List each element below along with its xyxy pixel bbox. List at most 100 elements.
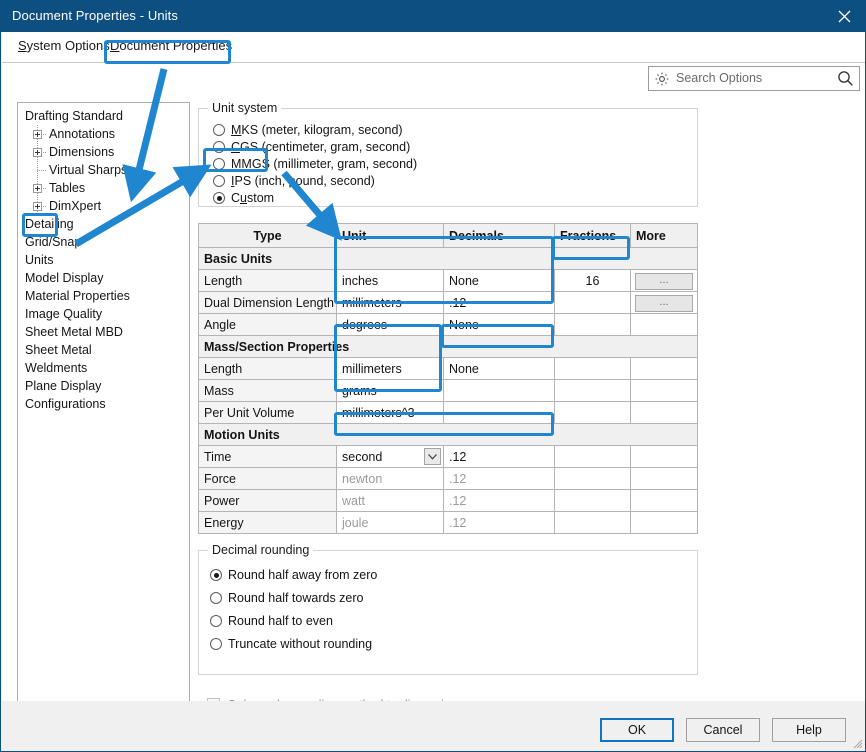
radio-label: MMGS (millimeter, gram, second) bbox=[231, 157, 418, 171]
cell-decimals[interactable]: None bbox=[443, 357, 555, 380]
cell-more bbox=[630, 445, 698, 468]
units-table-row[interactable]: Dual Dimension Length millimeters .12... bbox=[198, 291, 698, 314]
cell-decimals[interactable]: .12 bbox=[443, 489, 555, 512]
tree-item-virtual-sharps[interactable]: Virtual Sharps bbox=[18, 161, 189, 179]
cell-fractions[interactable] bbox=[554, 489, 631, 512]
tree-item-label: Annotations bbox=[49, 127, 116, 141]
tab-document-properties[interactable]: Document Properties bbox=[110, 38, 232, 53]
units-table-row[interactable]: Force newton .12 bbox=[198, 467, 698, 490]
tree-item-label: Grid/Snap bbox=[25, 235, 82, 249]
cell-more[interactable]: ... bbox=[630, 291, 698, 314]
cell-decimals[interactable]: .12 bbox=[443, 445, 555, 468]
cell-type: Time bbox=[198, 445, 337, 468]
tree-item-label: Model Display bbox=[25, 271, 104, 285]
chevron-down-icon[interactable] bbox=[424, 448, 441, 465]
cell-unit[interactable]: inches bbox=[336, 269, 444, 292]
radio-label: IPS (inch, pound, second) bbox=[231, 174, 375, 188]
search-icon[interactable] bbox=[837, 70, 854, 87]
tree-item-drafting-standard[interactable]: Drafting Standard bbox=[18, 107, 189, 125]
tree-item-units[interactable]: Units bbox=[18, 251, 189, 269]
tab-document-properties-label: ocument Properties bbox=[119, 38, 233, 53]
cell-fractions[interactable] bbox=[554, 291, 631, 314]
units-table-row[interactable]: Angle degrees None bbox=[198, 313, 698, 336]
more-ellipsis-button[interactable]: ... bbox=[635, 294, 693, 312]
units-table-row[interactable]: Energy joule .12 bbox=[198, 511, 698, 534]
col-header-decimals: Decimals bbox=[443, 223, 555, 248]
units-table-row[interactable]: Time second .12 bbox=[198, 445, 698, 468]
tree-item-image-quality[interactable]: Image Quality bbox=[18, 305, 189, 323]
units-table-row[interactable]: Length inches None 16... bbox=[198, 269, 698, 292]
section-label: Basic Units bbox=[198, 247, 698, 270]
tree-item-model-display[interactable]: Model Display bbox=[18, 269, 189, 287]
cell-fractions[interactable] bbox=[554, 313, 631, 336]
tree-item-detailing[interactable]: Detailing bbox=[18, 215, 189, 233]
cell-decimals[interactable]: .12 bbox=[443, 467, 555, 490]
tree-item-grid-snap[interactable]: Grid/Snap bbox=[18, 233, 189, 251]
cell-fractions[interactable] bbox=[554, 467, 631, 490]
cell-decimals[interactable]: .12 bbox=[443, 291, 555, 314]
tree-expand-icon[interactable] bbox=[33, 202, 42, 211]
tree-expand-icon[interactable] bbox=[33, 148, 42, 157]
cell-more[interactable]: ... bbox=[630, 269, 698, 292]
tree-expand-icon[interactable] bbox=[33, 130, 42, 139]
tree-item-plane-display[interactable]: Plane Display bbox=[18, 377, 189, 395]
cell-unit[interactable]: watt bbox=[336, 489, 444, 512]
radio-label: Custom bbox=[231, 191, 275, 205]
radio-label: Round half away from zero bbox=[228, 568, 378, 582]
cancel-button[interactable]: Cancel bbox=[686, 718, 760, 742]
cell-fractions[interactable] bbox=[554, 401, 631, 424]
tree-item-label: Image Quality bbox=[25, 307, 103, 321]
tree-item-sheet-metal[interactable]: Sheet Metal bbox=[18, 341, 189, 359]
tree-item-configurations[interactable]: Configurations bbox=[18, 395, 189, 413]
cell-unit[interactable]: degrees bbox=[336, 313, 444, 336]
resize-grip[interactable] bbox=[851, 736, 863, 749]
units-table: Type Unit Decimals Fractions More Basic … bbox=[198, 223, 698, 534]
cell-unit-dropdown[interactable]: second bbox=[336, 445, 444, 468]
close-icon[interactable] bbox=[821, 1, 865, 32]
cell-unit[interactable]: grams bbox=[336, 379, 444, 402]
tree-item-dimensions[interactable]: Dimensions bbox=[18, 143, 189, 161]
tree-item-weldments[interactable]: Weldments bbox=[18, 359, 189, 377]
cell-more bbox=[630, 379, 698, 402]
cell-type: Mass bbox=[198, 379, 337, 402]
gear-icon bbox=[654, 71, 670, 87]
more-ellipsis-button[interactable]: ... bbox=[635, 272, 693, 290]
tree-item-dimxpert[interactable]: DimXpert bbox=[18, 197, 189, 215]
units-table-row[interactable]: Length millimeters None bbox=[198, 357, 698, 380]
cell-unit[interactable]: millimeters bbox=[336, 291, 444, 314]
cell-more bbox=[630, 467, 698, 490]
cell-decimals[interactable] bbox=[443, 379, 555, 402]
tree-item-material-properties[interactable]: Material Properties bbox=[18, 287, 189, 305]
help-button[interactable]: Help bbox=[772, 718, 846, 742]
cell-fractions[interactable] bbox=[554, 511, 631, 534]
tree-item-label: Virtual Sharps bbox=[49, 163, 128, 177]
tree-expand-icon[interactable] bbox=[33, 184, 42, 193]
units-table-row[interactable]: Per Unit Volume millimeters^3 bbox=[198, 401, 698, 424]
radio-label: Truncate without rounding bbox=[228, 637, 373, 651]
cell-unit[interactable]: joule bbox=[336, 511, 444, 534]
cell-fractions[interactable]: 16 bbox=[554, 269, 631, 292]
title-bar: Document Properties - Units bbox=[1, 1, 865, 32]
cell-fractions[interactable] bbox=[554, 379, 631, 402]
cell-unit[interactable]: millimeters^3 bbox=[336, 401, 444, 424]
cell-decimals[interactable] bbox=[443, 401, 555, 424]
ok-button[interactable]: OK bbox=[600, 718, 674, 742]
search-options-box[interactable]: Search Options bbox=[648, 66, 860, 91]
radio-label: CGS (centimeter, gram, second) bbox=[231, 140, 411, 154]
tab-system-options-label: ystem Options bbox=[26, 38, 110, 53]
units-table-row[interactable]: Power watt .12 bbox=[198, 489, 698, 512]
tree-item-annotations[interactable]: Annotations bbox=[18, 125, 189, 143]
cell-type: Power bbox=[198, 489, 337, 512]
options-tree[interactable]: Drafting Standard Annotations Dimensions Vi… bbox=[17, 102, 190, 727]
cell-fractions[interactable] bbox=[554, 357, 631, 380]
cell-decimals[interactable]: None bbox=[443, 269, 555, 292]
tab-system-options[interactable]: System Options bbox=[18, 38, 110, 53]
cell-fractions[interactable] bbox=[554, 445, 631, 468]
tree-item-sheet-metal-mbd[interactable]: Sheet Metal MBD bbox=[18, 323, 189, 341]
cell-unit[interactable]: newton bbox=[336, 467, 444, 490]
units-table-row[interactable]: Mass grams bbox=[198, 379, 698, 402]
cell-decimals[interactable]: None bbox=[443, 313, 555, 336]
cell-unit[interactable]: millimeters bbox=[336, 357, 444, 380]
cell-decimals[interactable]: .12 bbox=[443, 511, 555, 534]
tree-item-tables[interactable]: Tables bbox=[18, 179, 189, 197]
